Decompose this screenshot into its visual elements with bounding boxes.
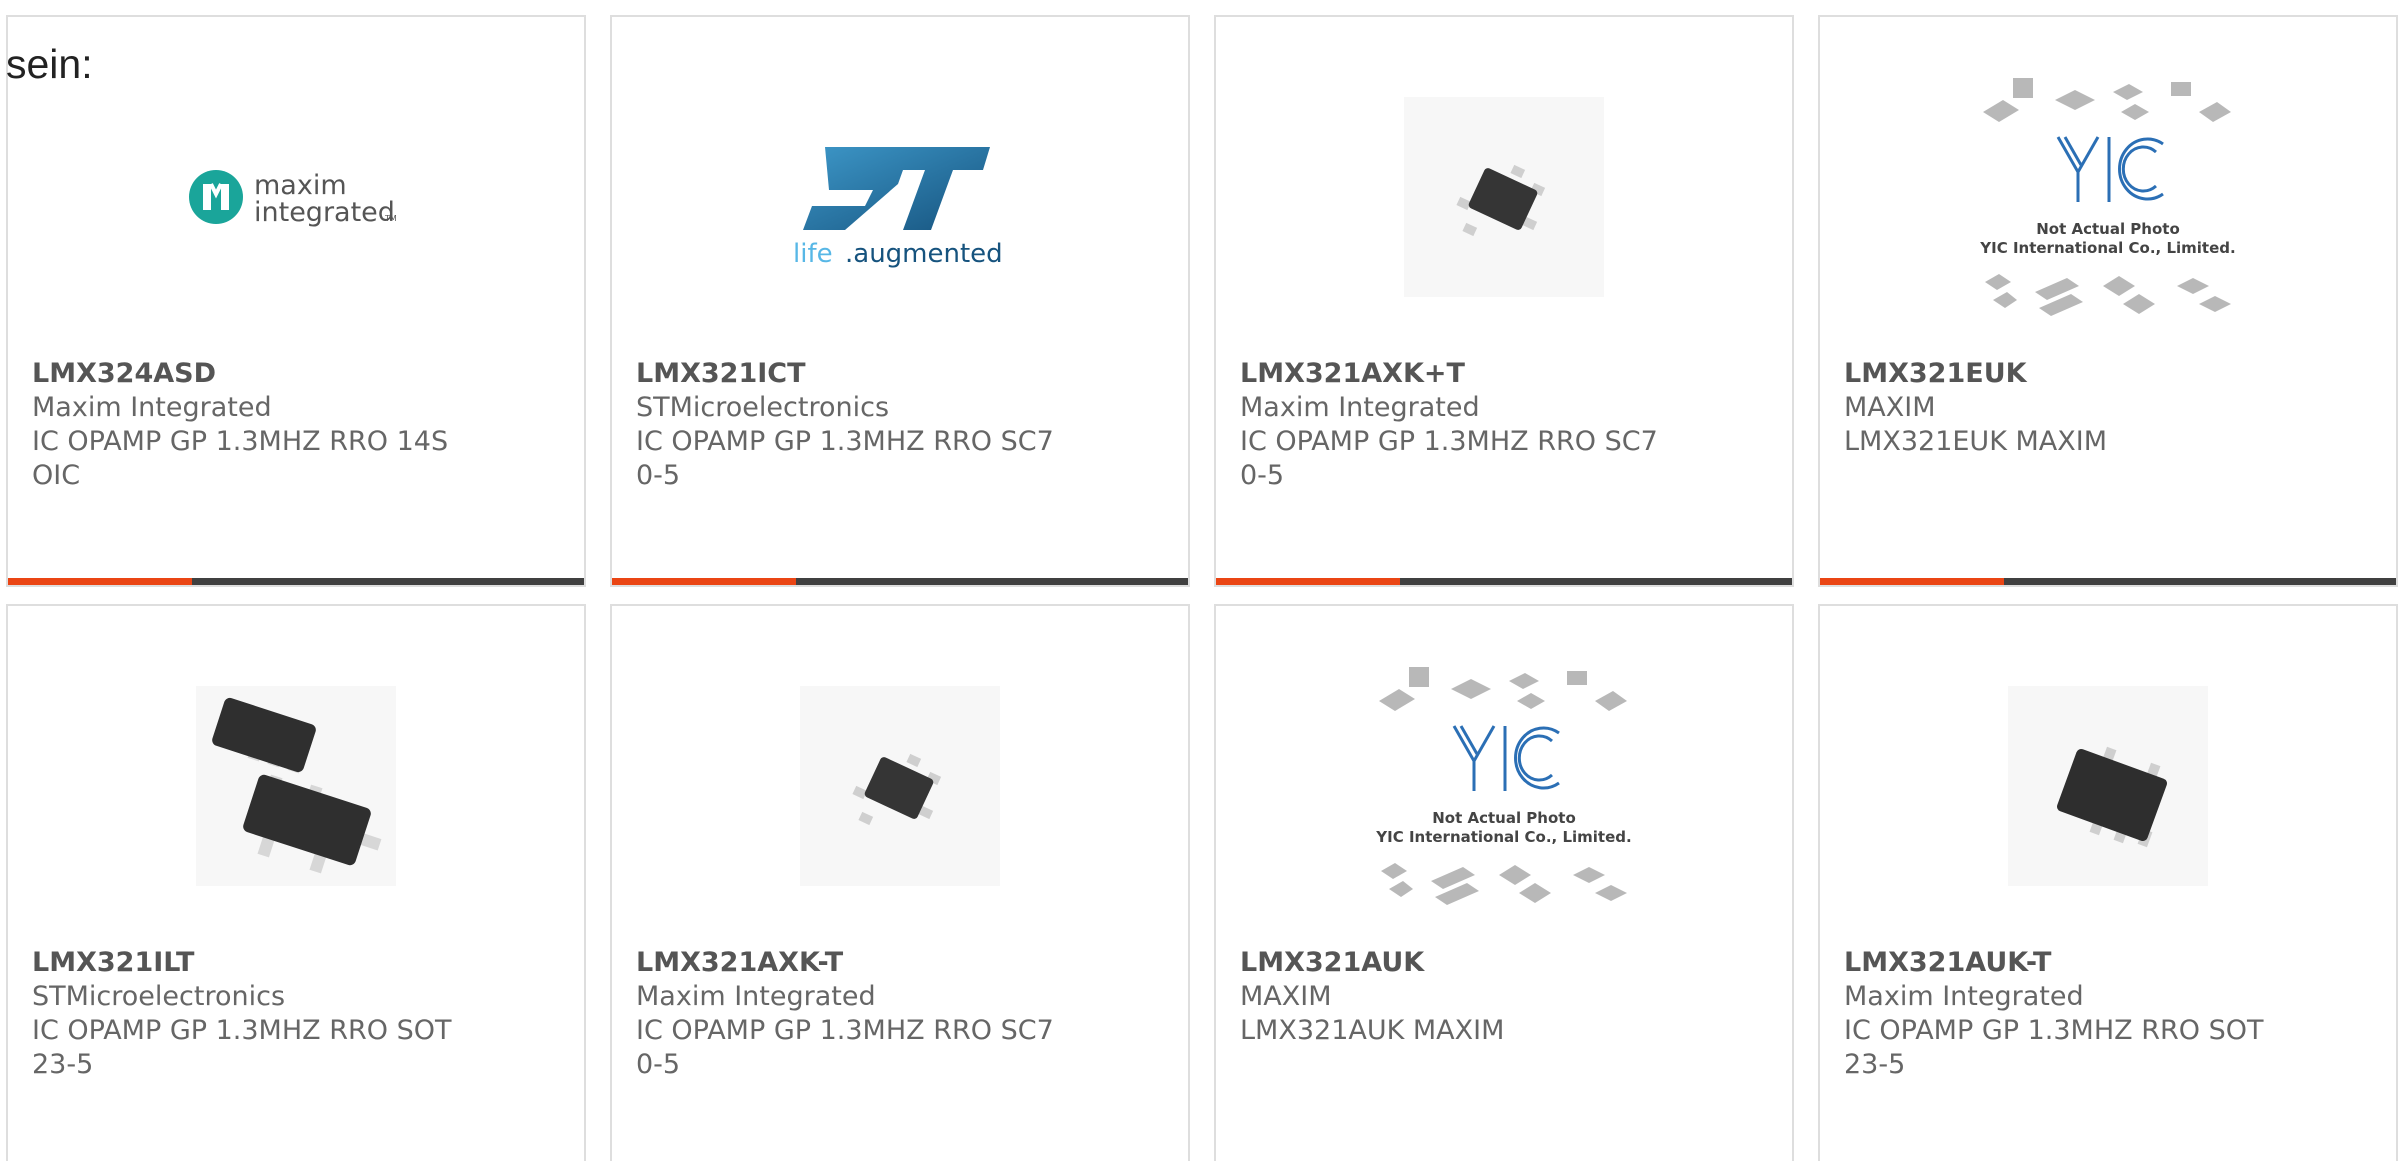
svg-text:.augmented: .augmented xyxy=(845,239,1003,269)
maxim-integrated-logo: maxim integrated TM xyxy=(8,67,584,327)
product-info: LMX324ASD Maxim Integrated IC OPAMP GP 1… xyxy=(32,357,564,493)
product-info: LMX321AXK+T Maxim Integrated IC OPAMP GP… xyxy=(1240,357,1772,493)
product-description: LMX321AUK MAXIM xyxy=(1240,1015,1505,1046)
part-number[interactable]: LMX321AXK-T xyxy=(636,946,1168,980)
part-number[interactable]: LMX321ICT xyxy=(636,357,1168,391)
product-card[interactable]: LMX321ILT STMicroelectronics IC OPAMP GP… xyxy=(6,604,586,1161)
manufacturer-name: MAXIM xyxy=(1240,981,1332,1012)
product-card[interactable]: Not Actual Photo YIC International Co., … xyxy=(1214,604,1794,1161)
st-logo: life .augmented xyxy=(612,67,1188,327)
chip-pair-photo xyxy=(8,656,584,916)
product-description: LMX321EUK MAXIM xyxy=(1844,426,2107,457)
product-info: LMX321AXK-T Maxim Integrated IC OPAMP GP… xyxy=(636,946,1168,1082)
svg-text:TM: TM xyxy=(384,214,397,223)
card-accent-bar xyxy=(1820,578,2004,585)
product-description: IC OPAMP GP 1.3MHZ RRO SC70-5 xyxy=(636,426,1054,491)
card-bottom-bar xyxy=(8,578,584,585)
product-card[interactable]: LMX321AXK-T Maxim Integrated IC OPAMP GP… xyxy=(610,604,1190,1161)
product-card[interactable]: LMX321AXK+T Maxim Integrated IC OPAMP GP… xyxy=(1214,15,1794,587)
card-accent-bar xyxy=(1216,578,1400,585)
chip-photo xyxy=(612,656,1188,916)
manufacturer-name: Maxim Integrated xyxy=(636,981,876,1012)
product-card[interactable]: LMX321AUK-T Maxim Integrated IC OPAMP GP… xyxy=(1818,604,2398,1161)
product-description: IC OPAMP GP 1.3MHZ RRO SC70-5 xyxy=(636,1015,1054,1080)
svg-text:YIC International Co., Limited: YIC International Co., Limited. xyxy=(1979,239,2235,257)
chip-photo xyxy=(1820,656,2396,916)
chip-photo xyxy=(1216,67,1792,327)
manufacturer-name: Maxim Integrated xyxy=(1844,981,2084,1012)
product-info: LMX321ICT STMicroelectronics IC OPAMP GP… xyxy=(636,357,1168,493)
product-description: IC OPAMP GP 1.3MHZ RRO SC70-5 xyxy=(1240,426,1658,491)
part-number[interactable]: LMX324ASD xyxy=(32,357,564,391)
product-grid-page: sein: maxim integrated TM LMX324ASD Maxi… xyxy=(0,0,2400,1161)
product-info: LMX321AUK MAXIM LMX321AUK MAXIM xyxy=(1240,946,1772,1048)
part-number[interactable]: LMX321AXK+T xyxy=(1240,357,1772,391)
svg-text:integrated: integrated xyxy=(254,197,395,228)
svg-text:YIC International Co., Limited: YIC International Co., Limited. xyxy=(1375,828,1631,846)
part-number[interactable]: LMX321AUK xyxy=(1240,946,1772,980)
card-accent-bar xyxy=(8,578,192,585)
part-number[interactable]: LMX321AUK-T xyxy=(1844,946,2376,980)
card-bottom-bar xyxy=(1820,578,2396,585)
product-card[interactable]: Not Actual Photo YIC International Co., … xyxy=(1818,15,2398,587)
product-description: IC OPAMP GP 1.3MHZ RRO 14SOIC xyxy=(32,426,449,491)
product-card[interactable]: maxim integrated TM LMX324ASD Maxim Inte… xyxy=(6,15,586,587)
manufacturer-name: STMicroelectronics xyxy=(636,392,890,423)
yic-placeholder-image: Not Actual Photo YIC International Co., … xyxy=(1820,67,2396,327)
product-info: LMX321ILT STMicroelectronics IC OPAMP GP… xyxy=(32,946,564,1082)
card-bottom-bar xyxy=(1216,578,1792,585)
part-number[interactable]: LMX321EUK xyxy=(1844,357,2376,391)
svg-text:life: life xyxy=(793,239,833,269)
product-card[interactable]: life .augmented LMX321ICT STMicroelectro… xyxy=(610,15,1190,587)
card-bottom-bar xyxy=(612,578,1188,585)
intro-text: sein: xyxy=(6,41,93,87)
part-number[interactable]: LMX321ILT xyxy=(32,946,564,980)
product-info: LMX321EUK MAXIM LMX321EUK MAXIM xyxy=(1844,357,2376,459)
card-accent-bar xyxy=(612,578,796,585)
product-description: IC OPAMP GP 1.3MHZ RRO SOT23-5 xyxy=(32,1015,452,1080)
manufacturer-name: MAXIM xyxy=(1844,392,1936,423)
manufacturer-name: Maxim Integrated xyxy=(32,392,272,423)
product-info: LMX321AUK-T Maxim Integrated IC OPAMP GP… xyxy=(1844,946,2376,1082)
manufacturer-name: STMicroelectronics xyxy=(32,981,286,1012)
product-description: IC OPAMP GP 1.3MHZ RRO SOT23-5 xyxy=(1844,1015,2264,1080)
svg-text:Not Actual Photo: Not Actual Photo xyxy=(1432,809,1576,827)
svg-text:Not Actual Photo: Not Actual Photo xyxy=(2036,220,2180,238)
manufacturer-name: Maxim Integrated xyxy=(1240,392,1480,423)
yic-placeholder-image: Not Actual Photo YIC International Co., … xyxy=(1216,656,1792,916)
